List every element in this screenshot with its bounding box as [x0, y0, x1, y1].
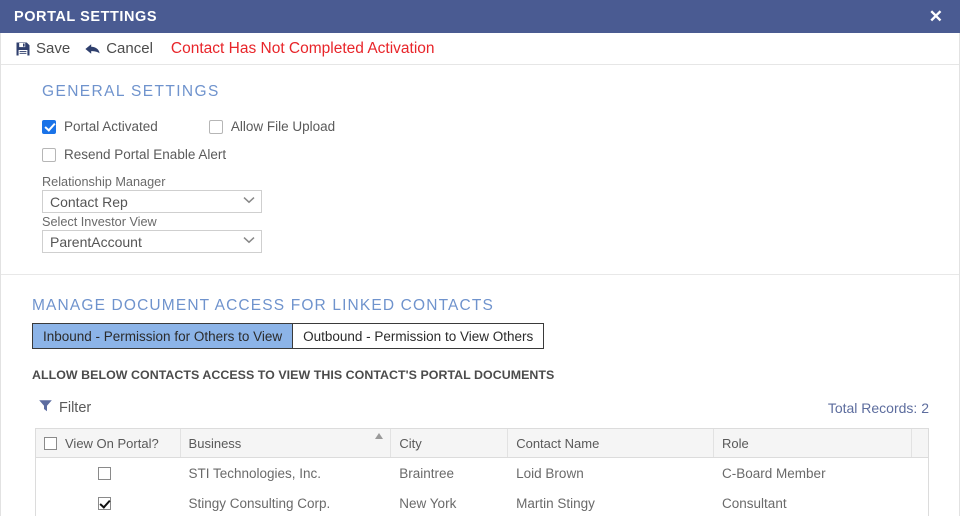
back-arrow-icon [84, 41, 101, 57]
manage-access-heading: MANAGE DOCUMENT ACCESS FOR LINKED CONTAC… [32, 297, 494, 314]
row-role-cell: C-Board Member [722, 465, 826, 481]
resend-portal-enable-alert-checkbox[interactable]: Resend Portal Enable Alert [42, 147, 226, 162]
sort-ascending-icon [375, 433, 384, 439]
column-header-business-label: Business [188, 435, 242, 451]
select-investor-view-label: Select Investor View [42, 215, 157, 229]
column-header-city-label: City [399, 435, 422, 451]
column-header-view-on-portal-label: View On Portal? [65, 435, 159, 451]
column-header-contact-name[interactable]: Contact Name [508, 429, 715, 457]
row-city-cell: Braintree [399, 465, 455, 481]
checkbox-unchecked-icon [208, 119, 223, 134]
checkbox-unchecked-icon [42, 147, 56, 162]
filter-funnel-icon [38, 398, 53, 418]
save-button[interactable]: Save [15, 40, 70, 57]
tab-outbound-permission[interactable]: Outbound - Permission to View Others [292, 323, 545, 349]
row-spacer-cell [912, 458, 928, 488]
allow-contacts-note: ALLOW BELOW CONTACTS ACCESS TO VIEW THIS… [32, 368, 555, 382]
portal-activated-checkbox[interactable]: Portal Activated [42, 119, 158, 134]
table-row[interactable]: Stingy Consulting Corp. New York Martin … [36, 488, 928, 516]
column-header-contact-name-label: Contact Name [516, 435, 600, 451]
page-title: PORTAL SETTINGS [14, 8, 158, 25]
tab-inbound-permission[interactable]: Inbound - Permission for Others to View [32, 323, 293, 349]
total-records-label: Total Records: 2 [827, 400, 929, 416]
row-role-cell: Consultant [722, 495, 787, 511]
window-titlebar: PORTAL SETTINGS ✕ [0, 0, 960, 33]
row-view-on-portal-checkbox[interactable] [97, 496, 111, 510]
cancel-button-label: Cancel [106, 40, 153, 57]
row-business-cell: Stingy Consulting Corp. [188, 495, 331, 511]
general-settings-section: GENERAL SETTINGS Portal Activated Allow … [1, 65, 959, 255]
allow-file-upload-checkbox[interactable]: Allow File Upload [208, 119, 336, 134]
row-business-cell: STI Technologies, Inc. [188, 465, 322, 481]
permission-tabs: Inbound - Permission for Others to View … [32, 323, 545, 349]
action-toolbar: Save Cancel Contact Has Not Completed Ac… [1, 33, 959, 65]
portal-settings-window: PORTAL SETTINGS ✕ Save Cancel Contact Ha… [0, 0, 960, 516]
allow-file-upload-label: Allow File Upload [230, 119, 336, 134]
linked-contacts-table: View On Portal? Business City Contact Na… [35, 428, 929, 516]
row-view-on-portal-checkbox[interactable] [97, 466, 111, 480]
row-contact-name-cell: Loid Brown [516, 465, 584, 481]
cancel-button[interactable]: Cancel [84, 40, 153, 57]
activation-warning-text: Contact Has Not Completed Activation [170, 39, 435, 57]
table-row[interactable]: STI Technologies, Inc. Braintree Loid Br… [36, 458, 928, 488]
window-body: Save Cancel Contact Has Not Completed Ac… [0, 33, 960, 516]
select-all-checkbox[interactable] [44, 436, 57, 450]
checkbox-checked-icon [42, 119, 56, 134]
chevron-down-icon [243, 196, 255, 207]
row-view-on-portal-cell[interactable] [36, 488, 180, 516]
column-header-role[interactable]: Role [714, 429, 912, 457]
close-icon[interactable]: ✕ [926, 6, 946, 27]
save-floppy-icon [15, 41, 31, 57]
column-header-city[interactable]: City [391, 429, 509, 457]
filter-bar: Filter Total Records: 2 [38, 398, 929, 418]
filter-button-label: Filter [59, 400, 92, 416]
portal-activated-label: Portal Activated [64, 119, 158, 134]
general-settings-heading: GENERAL SETTINGS [42, 83, 220, 100]
table-header-row: View On Portal? Business City Contact Na… [36, 429, 928, 458]
column-header-role-label: Role [722, 435, 749, 451]
manage-document-access-section: MANAGE DOCUMENT ACCESS FOR LINKED CONTAC… [1, 275, 959, 516]
row-city-cell: New York [399, 495, 457, 511]
column-header-view-on-portal[interactable]: View On Portal? [36, 429, 181, 457]
relationship-manager-label: Relationship Manager [42, 175, 166, 189]
resend-portal-enable-alert-label: Resend Portal Enable Alert [64, 147, 227, 162]
select-investor-view-select[interactable]: ParentAccount [42, 230, 262, 253]
checkbox-row-top: Portal Activated Allow File Upload [42, 119, 959, 134]
select-investor-view-value: ParentAccount [50, 233, 142, 250]
row-contact-name-cell: Martin Stingy [516, 495, 595, 511]
column-header-business[interactable]: Business [181, 429, 392, 457]
relationship-manager-select[interactable]: Contact Rep [42, 190, 262, 213]
save-button-label: Save [36, 40, 71, 57]
relationship-manager-value: Contact Rep [50, 193, 128, 210]
row-view-on-portal-cell[interactable] [36, 458, 180, 488]
checkbox-row-resend: Resend Portal Enable Alert [42, 147, 959, 162]
chevron-down-icon [243, 236, 255, 247]
column-header-spacer [912, 429, 928, 457]
row-spacer-cell [912, 488, 928, 516]
filter-button[interactable]: Filter [38, 398, 91, 418]
